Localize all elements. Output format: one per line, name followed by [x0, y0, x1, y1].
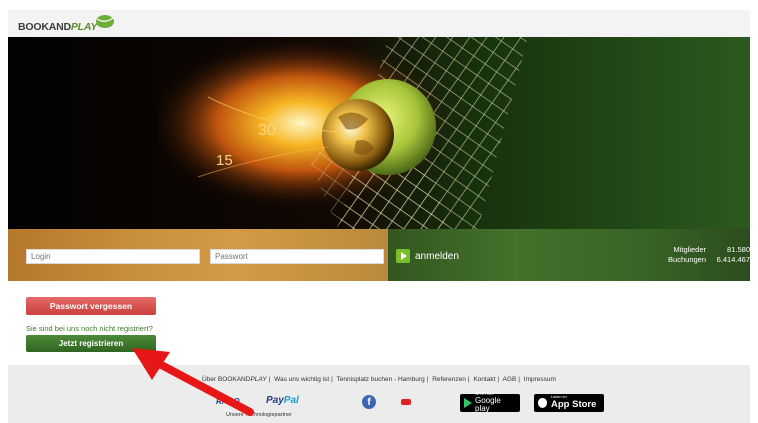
login-button[interactable]: anmelden [396, 249, 459, 263]
password-input[interactable] [210, 249, 384, 264]
partners-row: RABO PayPal Unsere Technologiepartner f … [8, 392, 750, 418]
app-store-badge[interactable]: Laden im App Store [534, 394, 604, 412]
register-button[interactable]: Jetzt registrieren [26, 335, 156, 352]
bookings-value: 6.414.467 [716, 255, 750, 264]
login-input[interactable] [26, 249, 200, 264]
partners-note: Unsere Technologiepartner [226, 412, 292, 418]
members-value: 81.580 [727, 245, 750, 254]
google-play-badge[interactable]: JETZT BEI Google play [460, 392, 520, 413]
footer-link-agb[interactable]: AGB [503, 376, 517, 383]
logo-text: BOOKANDPLAY [18, 21, 98, 33]
paypal-logo[interactable]: PayPal [266, 395, 299, 406]
footer-link-values[interactable]: Was uns wichtig ist [274, 376, 329, 383]
score-30: 30 [258, 122, 276, 139]
site-stats: Mitglieder 81.580 Buchungen 6.414.467 [668, 245, 750, 265]
login-band: anmelden Mitglieder 81.580 Buchungen 6.4… [8, 229, 750, 281]
app-store-text: App Store [551, 399, 597, 411]
bookings-label: Buchungen [668, 255, 706, 264]
tennis-ball-logo-icon [96, 15, 115, 28]
bookings-stat: Buchungen 6.414.467 [668, 255, 750, 265]
forgot-password-button[interactable]: Passwort vergessen [26, 297, 156, 315]
facebook-icon[interactable]: f [362, 395, 376, 409]
bookandplay-logo[interactable]: BOOKANDPLAY [18, 15, 115, 33]
members-stat: Mitglieder 81.580 [668, 245, 750, 255]
login-button-label: anmelden [415, 250, 459, 262]
register-question: Sie sind bei uns noch nicht registriert? [26, 324, 153, 333]
members-label: Mitglieder [673, 245, 706, 254]
score-15: 15 [216, 152, 233, 169]
apple-icon [538, 398, 547, 408]
footer-link-contact[interactable]: Kontakt [473, 376, 495, 383]
site-footer: Über BOOKANDPLAY | Was uns wichtig ist | T… [8, 365, 750, 423]
login-band-right: anmelden Mitglieder 81.580 Buchungen 6.4… [388, 229, 750, 281]
footer-link-references[interactable]: Referenzen [432, 376, 466, 383]
hero-image: 30 15 [8, 37, 750, 229]
footer-link-imprint[interactable]: Impressum [524, 376, 556, 383]
site-header: BOOKANDPLAY [8, 10, 750, 37]
youtube-icon[interactable] [399, 396, 413, 408]
footer-link-about[interactable]: Über BOOKANDPLAY [202, 376, 267, 383]
google-play-icon [464, 398, 472, 408]
footer-link-court-booking[interactable]: Tennisplatz buchen - Hamburg [337, 376, 425, 383]
rabo-logo[interactable]: RABO [216, 397, 240, 406]
play-icon [396, 249, 410, 263]
login-band-left [8, 229, 388, 281]
google-play-text: Google play [475, 395, 501, 413]
footer-links: Über BOOKANDPLAY | Was uns wichtig ist | T… [202, 376, 556, 383]
